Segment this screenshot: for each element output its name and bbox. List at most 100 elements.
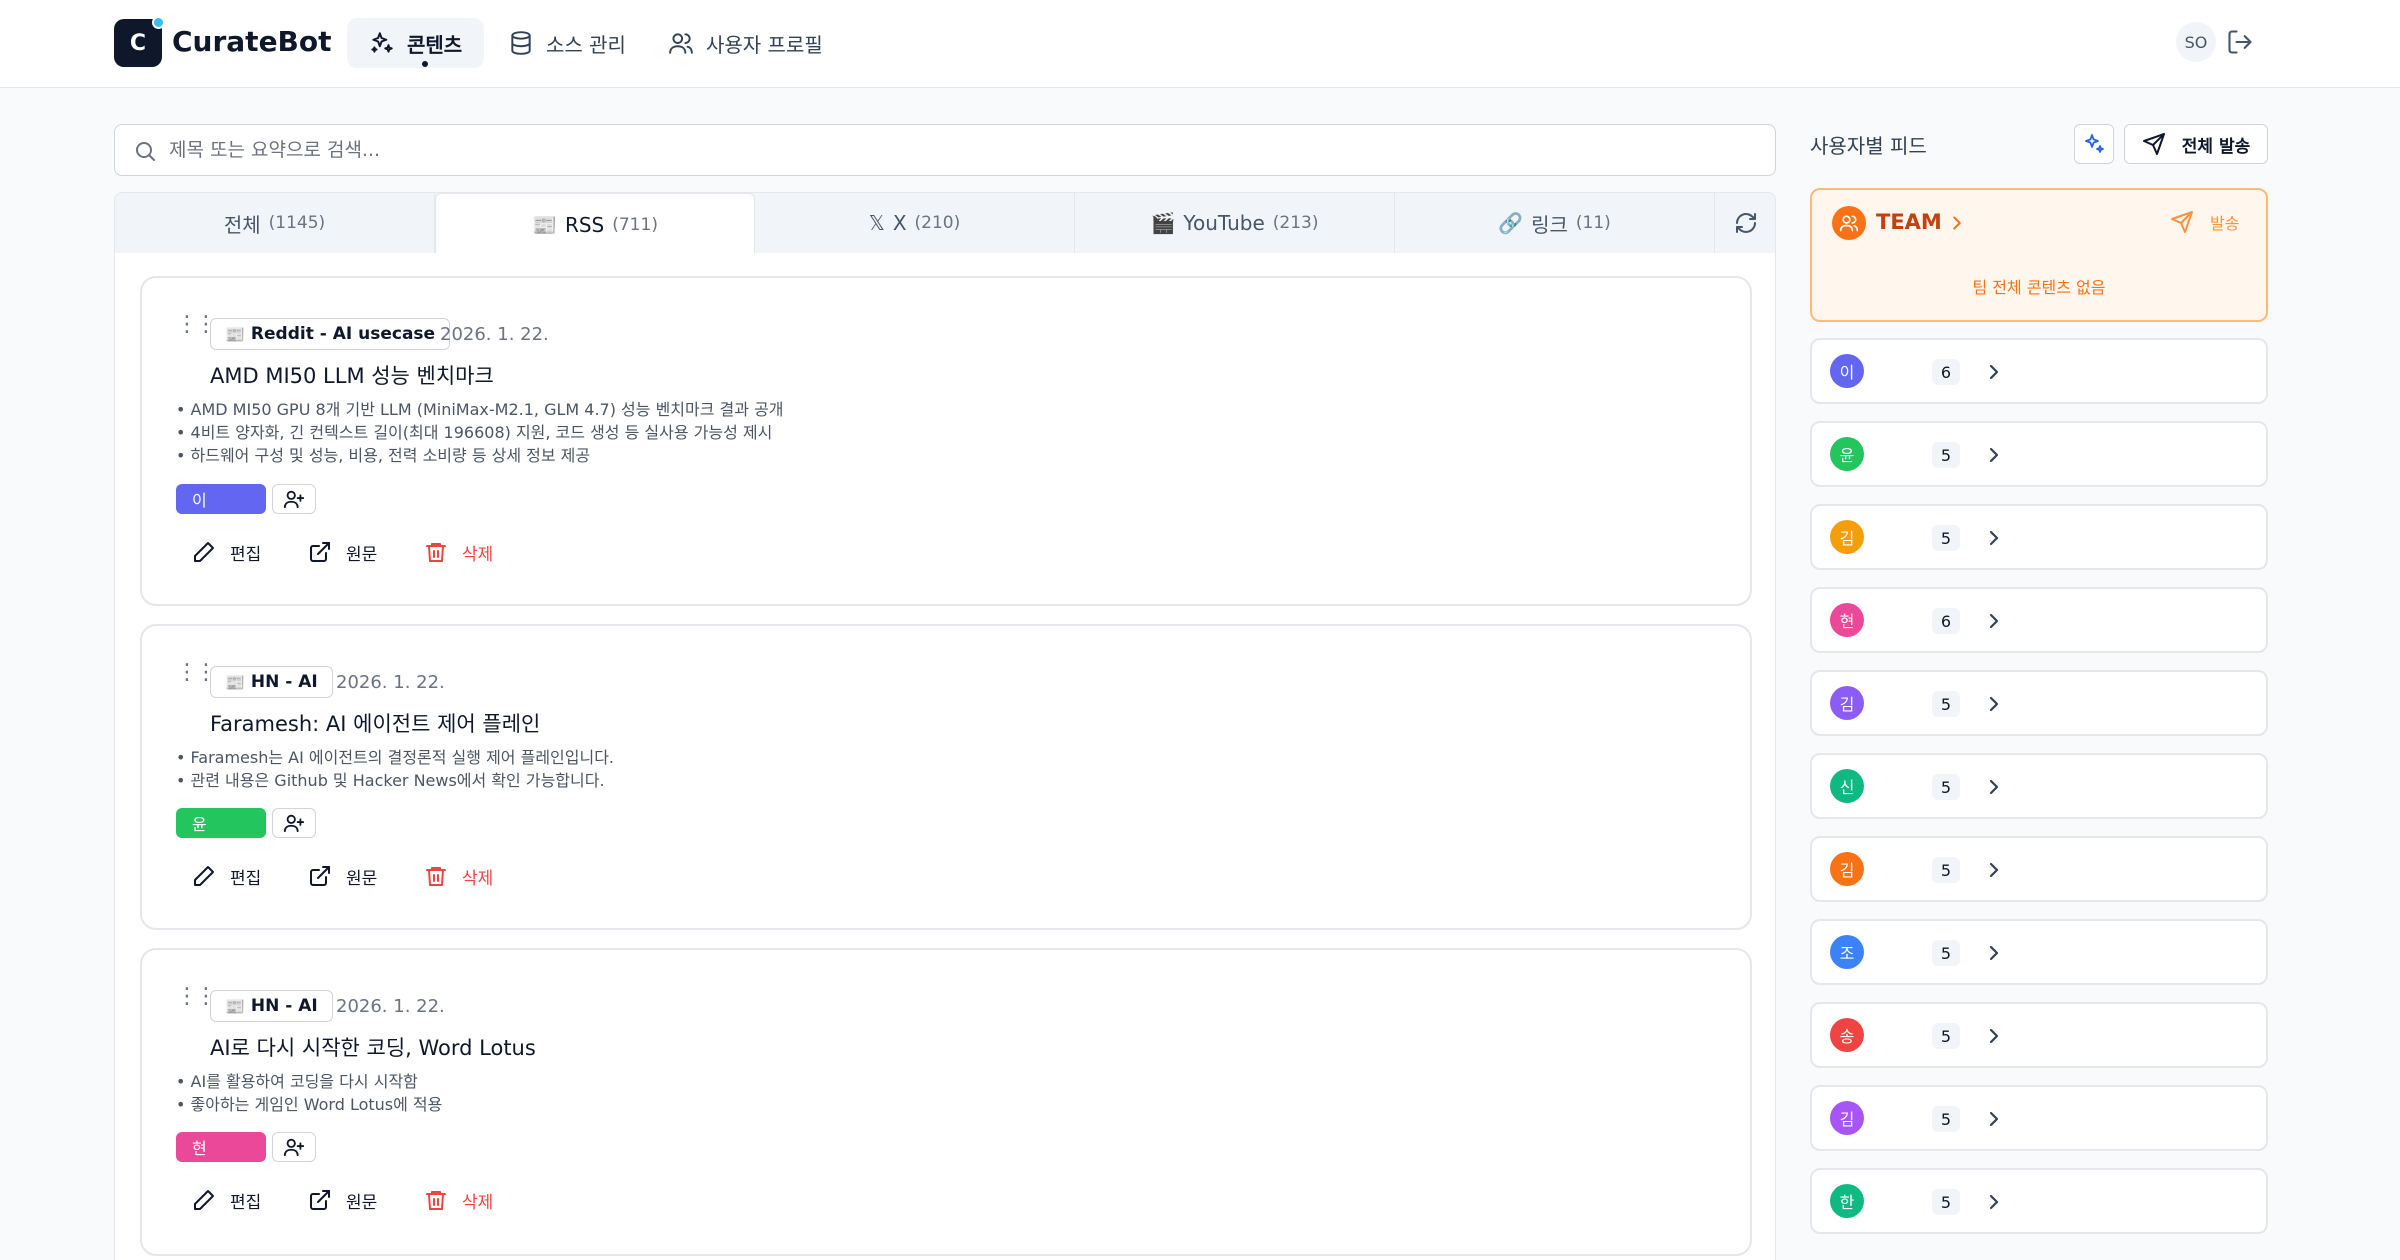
nav-user-profiles[interactable]: 사용자 프로필 [646,18,845,68]
chevron-right-icon[interactable] [1982,1107,2006,1131]
user-avatar: 송 [1830,1018,1864,1052]
original-label: 원문 [346,544,378,565]
logout-button[interactable] [2226,28,2254,56]
user-avatar: 김 [1830,686,1864,720]
chevron-right-icon[interactable] [1982,692,2006,716]
sidebar-title: 사용자별 피드 [1810,134,1927,158]
user-feed-row[interactable]: 김5 [1810,1085,2268,1151]
drag-handle-icon[interactable]: ⋮⋮ [176,986,217,1008]
tab-links-count: (11) [1575,213,1611,233]
user-avatar: 한 [1830,1184,1864,1218]
assignee-chip[interactable]: 윤 [176,808,266,838]
tab-youtube[interactable]: 🎬 YouTube (213) [1075,193,1395,253]
user-feed-row[interactable]: 조5 [1810,919,2268,985]
delete-button[interactable]: 삭제 [424,858,493,894]
content-card: ⋮⋮ 📰 Reddit - AI usecase 2026. 1. 22. AMD… [140,276,1752,606]
app-logo[interactable]: C [114,16,165,67]
drag-handle-icon[interactable]: ⋮⋮ [176,314,217,336]
edit-button[interactable]: 편집 [192,534,261,570]
trash-icon [426,543,446,562]
refresh-button[interactable] [1717,193,1775,253]
assignee-chip[interactable]: 이 [176,484,266,514]
user-avatar: 조 [1830,935,1864,969]
add-assignee-button[interactable] [272,808,316,838]
tab-all-label: 전체 [223,212,261,237]
edit-label: 편집 [230,544,262,565]
database-icon [511,31,531,55]
user-feed-row[interactable]: 송5 [1810,1002,2268,1068]
user-avatar[interactable]: SO [2176,22,2216,62]
original-link-button[interactable]: 원문 [308,858,377,894]
card-title[interactable]: AMD MI50 LLM 성능 벤치마크 [210,360,494,390]
chevron-right-icon[interactable] [1982,1024,2006,1048]
newspaper-icon: 📰 [225,324,245,344]
chevron-right-icon[interactable] [1982,941,2006,965]
chevron-right-icon[interactable] [1982,775,2006,799]
delete-label: 삭제 [462,544,494,565]
ai-curate-button[interactable] [2074,124,2114,164]
user-feed-row[interactable]: 현6 [1810,587,2268,653]
search-input[interactable] [169,125,1759,175]
nav-user-profiles-label: 사용자 프로필 [706,32,823,57]
tab-rss[interactable]: 📰 RSS (711) [435,193,755,255]
summary-line: • Faramesh는 AI 에이전트의 결정론적 실행 제어 플레인입니다. [176,748,615,767]
send-all-button[interactable]: 전체 발송 [2124,124,2268,164]
chevron-right-icon[interactable] [1982,609,2006,633]
pencil-icon [194,1190,214,1210]
user-content-count: 5 [1932,1189,1960,1215]
add-assignee-button[interactable] [272,484,316,514]
team-feed-card: TEAM 발송 팀 전체 콘텐츠 없음 [1810,188,2268,322]
user-content-count: 5 [1932,442,1960,468]
newspaper-icon: 📰 [225,672,245,692]
user-feed-row[interactable]: 윤5 [1810,421,2268,487]
users-icon [669,33,693,54]
user-feed-row[interactable]: 김5 [1810,504,2268,570]
assignee-chip[interactable]: 현 [176,1132,266,1162]
user-plus-icon [283,1138,305,1157]
summary-line: • 좋아하는 게임인 Word Lotus에 적용 [176,1095,443,1114]
source-name: HN - AI [250,672,318,692]
user-avatar: 윤 [1830,437,1864,471]
nav-sources[interactable]: 소스 관리 [486,18,648,68]
tab-x-count: (210) [914,213,961,233]
user-feed-row[interactable]: 한5 [1810,1168,2268,1234]
delete-label: 삭제 [462,868,494,889]
chevron-right-icon[interactable] [1982,858,2006,882]
card-title[interactable]: AI로 다시 시작한 코딩, Word Lotus [210,1032,536,1062]
edit-button[interactable]: 편집 [192,1182,261,1218]
chevron-right-icon[interactable] [1982,360,2006,384]
tab-links[interactable]: 🔗 링크 (11) [1395,193,1715,253]
edit-button[interactable]: 편집 [192,858,261,894]
pencil-icon [194,542,214,562]
chevron-right-icon[interactable] [1982,526,2006,550]
tab-all[interactable]: 전체 (1145) [115,193,435,253]
nav-content[interactable]: 콘텐츠 [347,18,485,68]
team-send-button[interactable]: 발송 [2170,210,2239,234]
drag-handle-icon[interactable]: ⋮⋮ [176,662,217,684]
user-feed-row[interactable]: 김5 [1810,836,2268,902]
delete-button[interactable]: 삭제 [424,1182,493,1218]
nav-content-label: 콘텐츠 [407,32,463,57]
user-content-count: 5 [1932,774,1960,800]
chevron-right-icon[interactable] [1982,1190,2006,1214]
tab-links-label: 링크 [1531,212,1568,237]
chevron-right-icon[interactable] [1982,443,2006,467]
card-date: 2026. 1. 22. [336,672,445,693]
tab-x[interactable]: 𝕏 X (210) [755,193,1075,253]
card-title[interactable]: Faramesh: AI 에이전트 제어 플레인 [210,708,540,738]
chevron-right-icon[interactable] [1946,212,1968,234]
add-assignee-button[interactable] [272,1132,316,1162]
user-feed-row[interactable]: 신5 [1810,753,2268,819]
delete-label: 삭제 [462,1192,494,1213]
edit-label: 편집 [230,868,262,889]
edit-label: 편집 [230,1192,262,1213]
original-link-button[interactable]: 원문 [308,1182,377,1218]
delete-button[interactable]: 삭제 [424,534,493,570]
user-feed-row[interactable]: 이6 [1810,338,2268,404]
card-date: 2026. 1. 22. [440,324,549,345]
nav-sources-label: 소스 관리 [546,32,626,57]
summary-line: • 관련 내용은 Github 및 Hacker News에서 확인 가능합니다… [176,771,605,790]
original-link-button[interactable]: 원문 [308,534,377,570]
team-name[interactable]: TEAM [1876,210,1942,234]
user-feed-row[interactable]: 김5 [1810,670,2268,736]
